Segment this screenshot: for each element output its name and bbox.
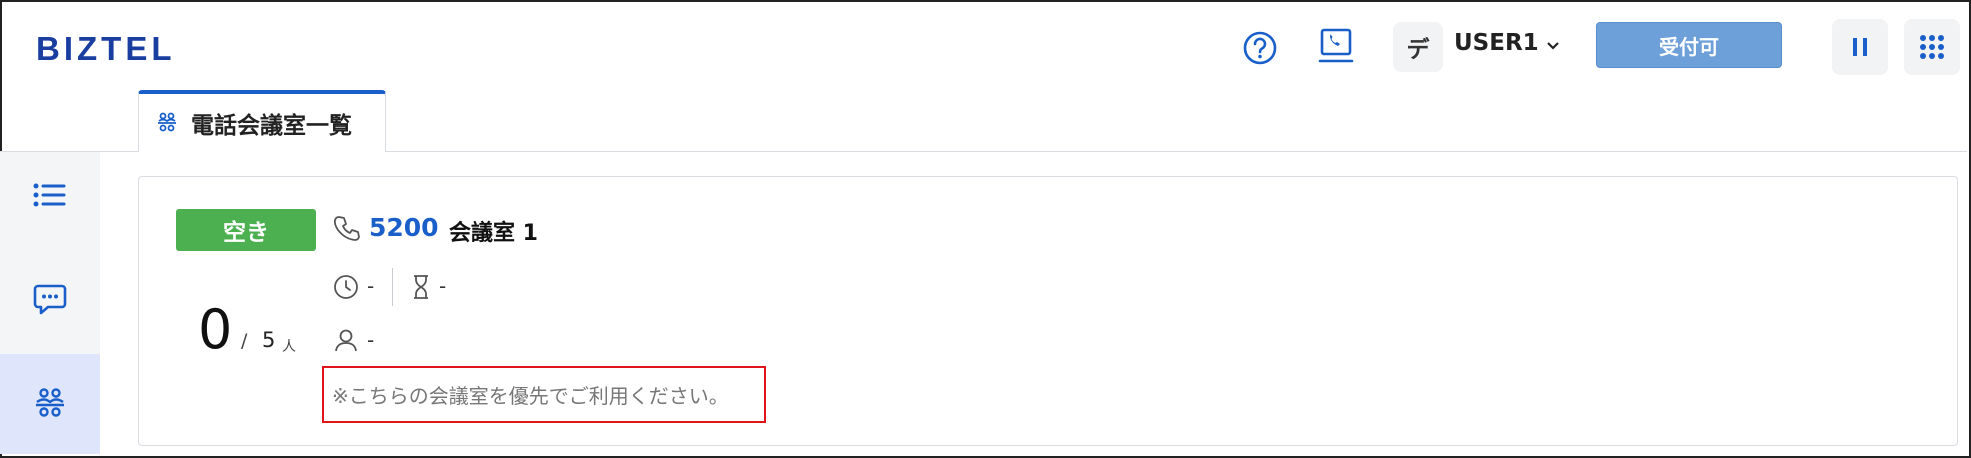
pause-button[interactable] bbox=[1832, 19, 1888, 75]
sidebar-item-chat[interactable] bbox=[0, 256, 100, 342]
meta-divider bbox=[392, 268, 393, 306]
elapsed-time-value: - bbox=[367, 274, 375, 298]
apps-grid-icon bbox=[1920, 35, 1944, 59]
phone-icon bbox=[333, 214, 361, 246]
duration-value: - bbox=[439, 274, 447, 298]
sidebar bbox=[0, 152, 100, 454]
chat-icon bbox=[33, 284, 67, 315]
conference-icon bbox=[36, 388, 64, 417]
chevron-down-icon[interactable] bbox=[1546, 36, 1560, 55]
softphone-icon[interactable] bbox=[1314, 26, 1358, 66]
sidebar-item-conference[interactable] bbox=[0, 354, 100, 454]
help-icon[interactable] bbox=[1240, 28, 1280, 68]
user-avatar[interactable]: デ bbox=[1393, 22, 1443, 72]
person-icon bbox=[333, 327, 359, 357]
room-capacity: 5 bbox=[262, 328, 276, 352]
tab-label: 電話会議室一覧 bbox=[191, 113, 352, 139]
priority-note-box: ※こちらの会議室を優先でご利用ください。 bbox=[322, 366, 766, 423]
room-extension[interactable]: 5200 bbox=[369, 213, 439, 242]
apps-grid-button[interactable] bbox=[1904, 19, 1960, 75]
priority-note: ※こちらの会議室を優先でご利用ください。 bbox=[332, 384, 729, 408]
accept-status-button[interactable]: 受付可 bbox=[1596, 22, 1782, 68]
capacity-unit: 人 bbox=[282, 339, 296, 355]
clock-icon bbox=[333, 274, 359, 304]
conference-icon bbox=[158, 112, 176, 132]
sidebar-item-list[interactable] bbox=[0, 152, 100, 238]
user-name[interactable]: USER1 bbox=[1454, 30, 1539, 56]
tab-conference-rooms[interactable]: 電話会議室一覧 bbox=[138, 90, 386, 152]
biztel-logo[interactable]: BIZTEL bbox=[36, 30, 175, 68]
host-value: - bbox=[367, 328, 375, 352]
list-icon bbox=[33, 183, 66, 207]
count-separator: / bbox=[241, 330, 248, 352]
pause-icon bbox=[1853, 38, 1867, 56]
status-badge: 空き bbox=[176, 209, 316, 251]
hourglass-icon bbox=[410, 274, 432, 304]
room-name: 会議室 1 bbox=[449, 221, 538, 246]
participant-count: 0 bbox=[198, 298, 233, 361]
